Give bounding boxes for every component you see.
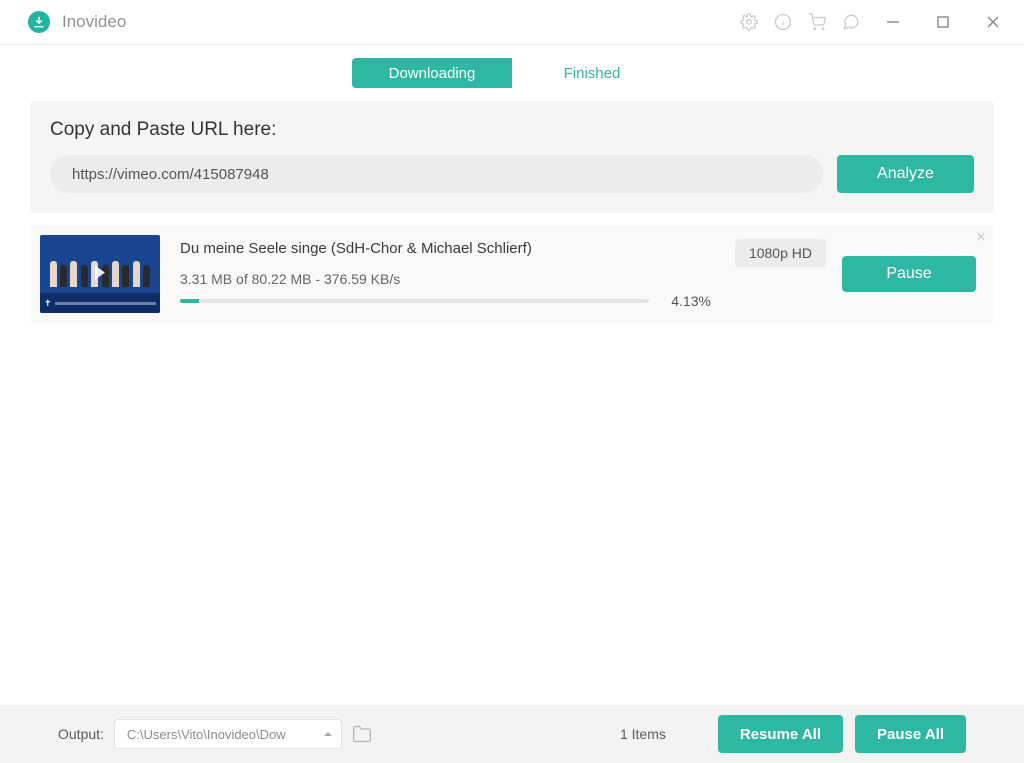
- open-folder-icon[interactable]: [352, 724, 372, 744]
- url-label: Copy and Paste URL here:: [50, 119, 974, 141]
- remove-download-icon[interactable]: ✕: [976, 231, 986, 243]
- download-list: ✝ Du meine Seele singe (SdH-Chor & Micha…: [30, 225, 994, 323]
- info-icon[interactable]: [774, 13, 792, 31]
- minimize-button[interactable]: [876, 0, 910, 44]
- progress-percent: 4.13%: [663, 293, 711, 309]
- resume-all-button[interactable]: Resume All: [718, 715, 843, 753]
- pause-button[interactable]: Pause: [842, 256, 976, 292]
- video-thumbnail[interactable]: ✝: [40, 235, 160, 313]
- progress-fill: [180, 299, 199, 303]
- url-panel: Copy and Paste URL here: Analyze: [30, 101, 994, 213]
- settings-icon[interactable]: [740, 13, 758, 31]
- titlebar: Inovideo: [0, 0, 1024, 45]
- tab-downloading[interactable]: Downloading: [352, 58, 512, 88]
- download-item: ✝ Du meine Seele singe (SdH-Chor & Micha…: [30, 225, 994, 323]
- items-count: 1 Items: [620, 726, 666, 742]
- app-title: Inovideo: [62, 12, 126, 32]
- download-stats: 3.31 MB of 80.22 MB - 376.59 KB/s: [180, 271, 711, 287]
- pause-all-button[interactable]: Pause All: [855, 715, 966, 753]
- output-path-dropdown[interactable]: C:\Users\Vito\Inovideo\Dow: [114, 719, 342, 749]
- analyze-button[interactable]: Analyze: [837, 155, 974, 193]
- close-button[interactable]: [976, 0, 1010, 44]
- app-logo-icon: [28, 11, 50, 33]
- cart-icon[interactable]: [808, 13, 826, 31]
- quality-badge: 1080p HD: [735, 239, 826, 267]
- progress-bar: [180, 299, 649, 303]
- tab-finished[interactable]: Finished: [512, 58, 672, 88]
- chevron-up-icon: [323, 727, 333, 742]
- tab-bar: Downloading Finished: [0, 58, 1024, 88]
- download-title: Du meine Seele singe (SdH-Chor & Michael…: [180, 240, 711, 257]
- maximize-button[interactable]: [926, 0, 960, 44]
- output-path-text: C:\Users\Vito\Inovideo\Dow: [127, 727, 286, 742]
- chat-icon[interactable]: [842, 13, 860, 31]
- output-label: Output:: [58, 726, 104, 742]
- footer: Output: C:\Users\Vito\Inovideo\Dow 1 Ite…: [0, 705, 1024, 763]
- url-input[interactable]: [50, 155, 823, 193]
